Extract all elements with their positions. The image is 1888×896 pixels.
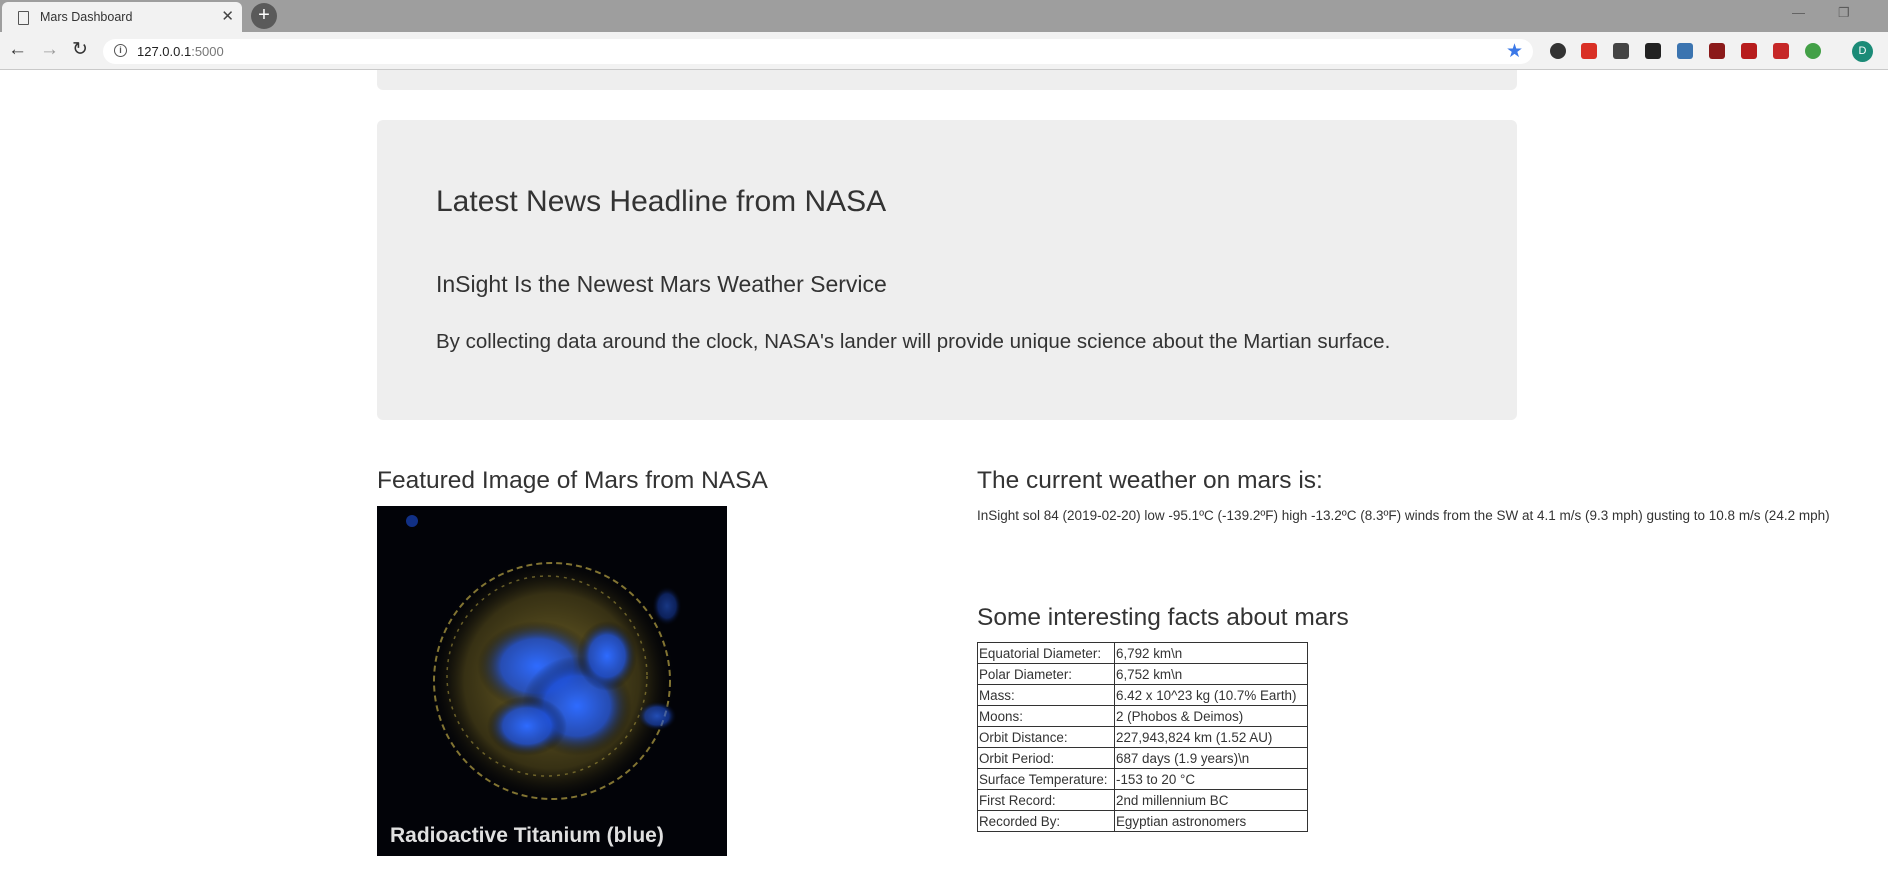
fact-label: Equatorial Diameter: <box>977 642 1115 664</box>
restore-icon[interactable]: ❐ <box>1838 5 1850 21</box>
table-row: Polar Diameter: 6,752 km\n <box>977 663 1308 685</box>
fact-value: 2 (Phobos & Deimos) <box>1114 705 1308 727</box>
supernova-image-graphic <box>406 515 682 806</box>
news-section-heading: Latest News Headline from NASA <box>436 185 887 218</box>
extension-icon-1[interactable] <box>1550 43 1566 59</box>
news-jumbotron: Latest News Headline from NASA InSight I… <box>377 120 1517 420</box>
table-row: First Record: 2nd millennium BC <box>977 789 1308 811</box>
fact-label: Orbit Distance: <box>977 726 1115 748</box>
mars-facts-table: Equatorial Diameter: 6,792 km\n Polar Dia… <box>977 642 1308 832</box>
browser-tab-bar: Mars Dashboard ✕ + — ❐ <box>0 0 1888 34</box>
fact-value: -153 to 20 °C <box>1114 768 1308 790</box>
back-icon[interactable]: ← <box>8 40 27 60</box>
fact-value: 687 days (1.9 years)\n <box>1114 747 1308 769</box>
facts-heading: Some interesting facts about mars <box>977 604 1349 631</box>
pdf-extension-icon[interactable] <box>1773 43 1789 59</box>
news-title: InSight Is the Newest Mars Weather Servi… <box>436 271 887 297</box>
info-icon[interactable]: i <box>114 44 127 57</box>
fact-label: Recorded By: <box>977 810 1115 832</box>
ublock-icon[interactable] <box>1741 43 1757 59</box>
bookmark-star-icon[interactable]: ★ <box>1506 40 1523 63</box>
weather-heading: The current weather on mars is: <box>977 467 1323 494</box>
extension-icon-2[interactable] <box>1581 43 1597 59</box>
fact-label: Mass: <box>977 684 1115 706</box>
fact-label: Polar Diameter: <box>977 663 1115 685</box>
browser-toolbar: ← → ↻ i 127.0.0.1:5000 ★ <box>0 32 1888 70</box>
fact-value: 227,943,824 km (1.52 AU) <box>1114 726 1308 748</box>
weather-report: InSight sol 84 (2019-02-20) low -95.1ºC … <box>977 508 1830 523</box>
news-teaser: By collecting data around the clock, NAS… <box>436 330 1391 353</box>
browser-tab-active[interactable]: Mars Dashboard ✕ <box>2 2 242 34</box>
table-row: Moons: 2 (Phobos & Deimos) <box>977 705 1308 727</box>
tab-title: Mars Dashboard <box>40 10 133 24</box>
table-row: Orbit Distance: 227,943,824 km (1.52 AU) <box>977 726 1308 748</box>
fact-value: 6,752 km\n <box>1114 663 1308 685</box>
featured-mars-image[interactable]: Radioactive Titanium (blue) <box>377 506 727 856</box>
featured-image-heading: Featured Image of Mars from NASA <box>377 467 768 494</box>
fact-value: Egyptian astronomers <box>1114 810 1308 832</box>
fact-value: 2nd millennium BC <box>1114 789 1308 811</box>
new-tab-button[interactable]: + <box>251 3 277 29</box>
table-row: Equatorial Diameter: 6,792 km\n <box>977 642 1308 664</box>
page-icon <box>18 11 29 25</box>
forward-icon[interactable]: → <box>40 40 59 60</box>
python-extension-icon[interactable] <box>1677 43 1693 59</box>
url-text[interactable]: 127.0.0.1:5000 <box>137 44 224 59</box>
table-row: Recorded By: Egyptian astronomers <box>977 810 1308 832</box>
minimize-icon[interactable]: — <box>1792 5 1805 20</box>
extension-icon-4[interactable] <box>1645 43 1661 59</box>
reload-icon[interactable]: ↻ <box>72 40 88 60</box>
table-row: Orbit Period: 687 days (1.9 years)\n <box>977 747 1308 769</box>
address-bar[interactable]: i 127.0.0.1:5000 ★ <box>103 39 1533 64</box>
fact-label: First Record: <box>977 789 1115 811</box>
extension-icon-6[interactable] <box>1709 43 1725 59</box>
table-row: Mass: 6.42 x 10^23 kg (10.7% Earth) <box>977 684 1308 706</box>
extension-icon-3[interactable] <box>1613 43 1629 59</box>
check-extension-icon[interactable] <box>1805 43 1821 59</box>
previous-section-panel <box>377 70 1517 90</box>
fact-label: Orbit Period: <box>977 747 1115 769</box>
image-caption: Radioactive Titanium (blue) <box>390 824 664 847</box>
profile-avatar[interactable]: D <box>1852 41 1873 62</box>
fact-label: Surface Temperature: <box>977 768 1115 790</box>
fact-label: Moons: <box>977 705 1115 727</box>
fact-value: 6,792 km\n <box>1114 642 1308 664</box>
close-tab-icon[interactable]: ✕ <box>221 8 234 26</box>
table-row: Surface Temperature: -153 to 20 °C <box>977 768 1308 790</box>
fact-value: 6.42 x 10^23 kg (10.7% Earth) <box>1114 684 1308 706</box>
